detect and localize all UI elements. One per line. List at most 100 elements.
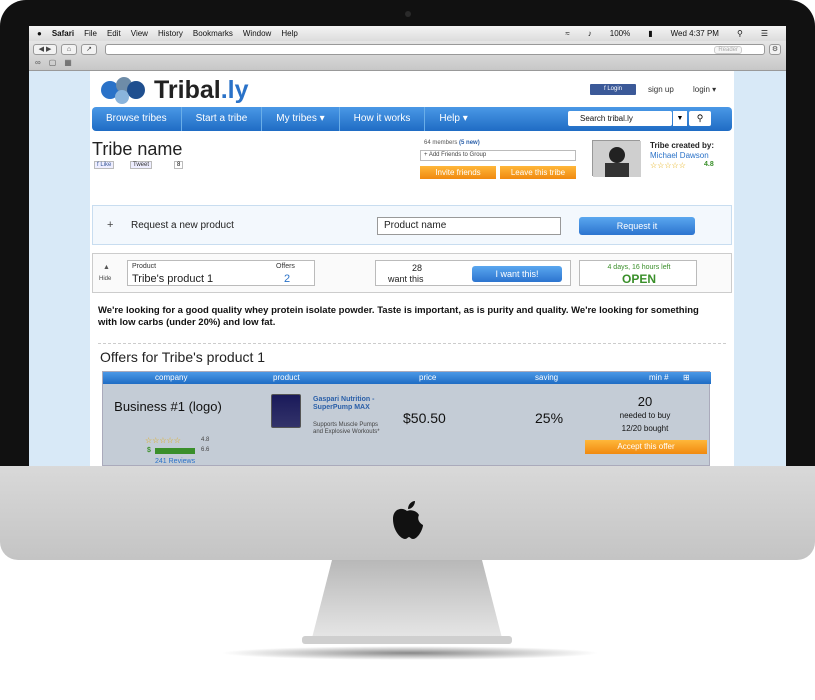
offers-title: Offers for Tribe's product 1 [100,349,266,365]
site-logo[interactable]: Tribal.ly [96,75,248,105]
menu-file[interactable]: File [84,29,97,38]
offers-count-link[interactable]: 2 [284,273,290,285]
company-name[interactable]: Business #1 (logo) [103,400,233,414]
logo-text: Tribal.ly [154,75,249,104]
home-icon[interactable]: ⌂ [61,44,77,55]
creator-name-link[interactable]: Michael Dawson [650,151,709,160]
bookmarks-icon[interactable]: ▢ [49,58,57,67]
battery-status[interactable]: 100% [610,29,630,38]
menu-view[interactable]: View [131,29,148,38]
value-rating-bar [155,448,195,454]
col-company[interactable]: company [155,372,187,384]
request-it-button[interactable]: Request it [579,217,695,235]
mac-menubar: ● Safari File Edit View History Bookmark… [29,26,786,41]
search-input[interactable]: Search tribal.ly [568,111,672,126]
facebook-login-button[interactable]: f Login [590,84,636,95]
want-box: 28 want this I want this! [375,260,571,286]
col-saving[interactable]: saving [535,372,558,384]
list-icon[interactable]: ☰ [761,29,768,38]
collapse-arrow-icon[interactable]: ▲ [103,264,110,271]
share-icon[interactable]: ↗ [81,44,97,55]
expand-plus-icon[interactable]: + [107,219,113,231]
product-heading: Product [132,263,157,270]
product-panel: ▲ Hide Product Offers Tribe's product 1 … [92,253,732,293]
battery-icon: ▮ [648,29,653,38]
company-stars-icon: ☆☆☆☆☆ [145,436,181,445]
product-name-link[interactable]: Gaspari Nutrition - SuperPump MAX [313,396,375,412]
accept-offer-button[interactable]: Accept this offer [585,440,707,454]
hide-link[interactable]: Hide [99,276,111,282]
clock[interactable]: Wed 4:37 PM [671,29,719,38]
tweet-count: 8 [174,161,184,169]
top-sites-icon[interactable]: ▦ [64,58,72,67]
time-left: 4 days, 16 hours left [607,264,671,271]
bookmarks-bar: ∞ ▢ ▦ [35,58,72,67]
product-name: Tribe's product 1 [132,273,214,285]
menu-history[interactable]: History [158,29,183,38]
menu-help[interactable]: Help [281,29,297,38]
product-image[interactable] [271,394,301,428]
divider [98,343,726,344]
creator-avatar[interactable] [592,140,641,177]
nav-how-it-works[interactable]: How it works [340,107,426,131]
apple-menu-icon[interactable]: ● [37,29,42,38]
logo-icon [101,77,145,104]
reviews-link[interactable]: 241 Reviews [155,458,195,465]
menu-safari[interactable]: Safari [52,29,74,38]
creator-rating: 4.8 [704,161,714,168]
bought-count: 12/20 bought [621,424,669,433]
creator-label: Tribe created by: [650,141,715,150]
wifi-icon[interactable]: ≈ [565,29,569,38]
col-price[interactable]: price [419,372,436,384]
back-forward-button[interactable]: ◀ ▶ [33,44,57,55]
min-label: needed to buy [619,411,671,420]
leave-tribe-button[interactable]: Leave this tribe [500,166,576,179]
min-count: 20 [637,394,653,409]
menu-edit[interactable]: Edit [107,29,121,38]
saving: 25% [535,410,564,426]
status-badge: OPEN [621,272,656,286]
table-header: company product price saving min # ⊞ [103,372,711,384]
want-count: 28 [412,263,423,273]
i-want-this-button[interactable]: I want this! [472,266,562,282]
facebook-like-button[interactable]: f Like [94,161,115,169]
screen: ● Safari File Edit View History Bookmark… [29,26,786,466]
col-min[interactable]: min # [649,372,669,384]
reading-glasses-icon[interactable]: ∞ [35,58,41,67]
time-status-box: 4 days, 16 hours left OPEN [579,260,697,286]
camera-icon [405,11,411,17]
address-bar[interactable]: Reader [105,44,765,55]
apple-logo-icon [393,501,423,539]
want-label: want this [388,274,424,284]
menu-bookmarks[interactable]: Bookmarks [193,29,233,38]
avatar-icon [593,141,641,177]
product-description: We're looking for a good quality whey pr… [98,305,699,328]
value-rating: 6.6 [201,447,210,453]
nav-help[interactable]: Help ▾ [425,107,481,131]
spotlight-icon[interactable]: ⚲ [737,29,743,38]
nav-my-tribes[interactable]: My tribes ▾ [262,107,340,131]
settings-icon[interactable]: ⚙ [769,44,781,55]
safari-toolbar: ◀ ▶ ⌂ ↗ Reader ⚙ ∞ ▢ ▦ [29,41,786,71]
add-column-icon[interactable]: ⊞ [683,372,690,384]
member-count: 64 members (5 new) [424,140,480,146]
menu-window[interactable]: Window [243,29,271,38]
col-product[interactable]: product [273,372,300,384]
tribe-title: Tribe name [92,139,183,159]
nav-start-tribe[interactable]: Start a tribe [182,107,263,131]
signup-link[interactable]: sign up [648,85,674,94]
price: $50.50 [403,410,446,426]
nav-browse-tribes[interactable]: Browse tribes [92,107,182,131]
volume-icon[interactable]: ♪ [588,29,592,38]
tweet-button[interactable]: Tweet [130,161,153,169]
product-name-input[interactable]: Product name [377,217,561,235]
search-icon[interactable]: ⚲ [689,111,711,126]
search-dropdown-icon[interactable]: ▼ [673,111,687,126]
add-friends-input[interactable]: + Add Friends to Group [420,150,576,161]
company-rating: 4.8 [201,437,210,443]
web-page: Tribal.ly f Login sign up login ▾ Browse… [90,71,734,466]
invite-friends-button[interactable]: Invite friends [420,166,496,179]
login-link[interactable]: login ▾ [693,85,716,94]
reader-button[interactable]: Reader [714,46,742,54]
imac-stand [302,560,512,644]
